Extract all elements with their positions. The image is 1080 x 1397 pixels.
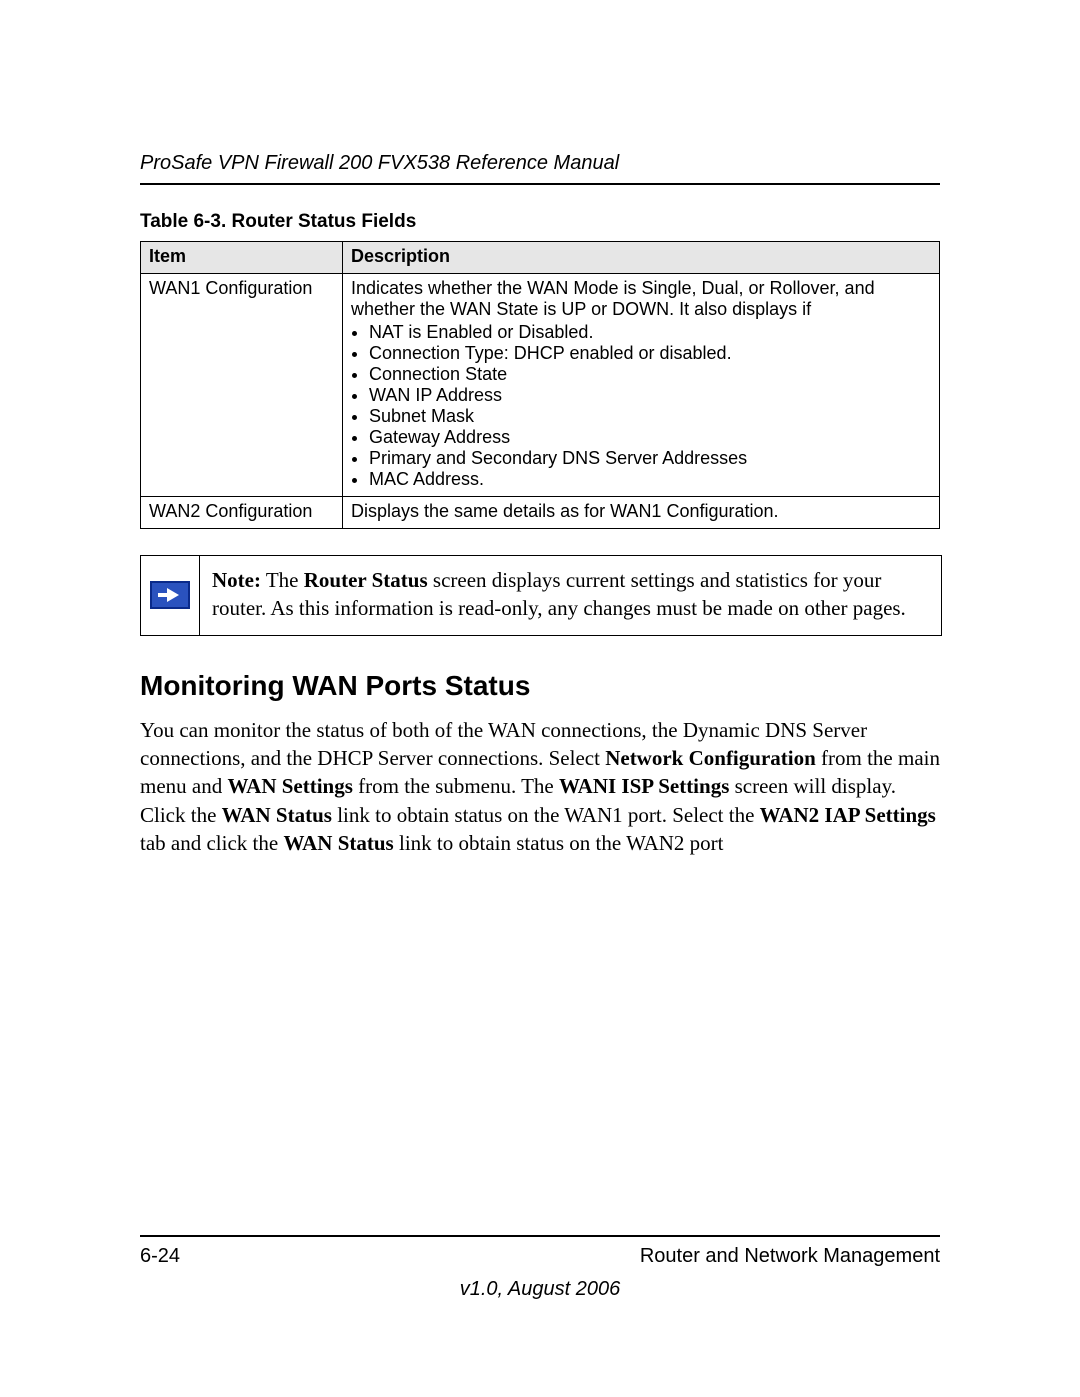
section-heading: Monitoring WAN Ports Status — [140, 670, 940, 702]
table-header-row: Item Description — [141, 242, 940, 274]
bold-run: Network Configuration — [605, 746, 816, 770]
desc-lead: Indicates whether the WAN Mode is Single… — [351, 278, 875, 319]
bullet-item: WAN IP Address — [369, 385, 931, 406]
cell-description: Indicates whether the WAN Mode is Single… — [343, 274, 940, 497]
bold-run: WAN Status — [222, 803, 332, 827]
bullet-item: Subnet Mask — [369, 406, 931, 427]
page-number: 6-24 — [140, 1245, 180, 1268]
chapter-title: Router and Network Management — [640, 1245, 940, 1268]
desc-bullets: NAT is Enabled or Disabled. Connection T… — [351, 322, 931, 490]
text-run: tab and click the — [140, 831, 283, 855]
header-rule — [140, 183, 940, 185]
bullet-item: NAT is Enabled or Disabled. — [369, 322, 931, 343]
page-footer: 6-24 Router and Network Management v1.0,… — [140, 1235, 940, 1301]
bullet-item: Gateway Address — [369, 427, 931, 448]
note-subject: Router Status — [304, 568, 428, 592]
note-lead: Note: — [212, 568, 261, 592]
table-row: WAN1 Configuration Indicates whether the… — [141, 274, 940, 497]
footer-rule — [140, 1235, 940, 1237]
cell-item: WAN2 Configuration — [141, 497, 343, 529]
table-row: WAN2 Configuration Displays the same det… — [141, 497, 940, 529]
footer-line: 6-24 Router and Network Management — [140, 1245, 940, 1268]
document-page: ProSafe VPN Firewall 200 FVX538 Referenc… — [0, 0, 1080, 1397]
th-item: Item — [141, 242, 343, 274]
cell-item: WAN1 Configuration — [141, 274, 343, 497]
bullet-item: Connection State — [369, 364, 931, 385]
note-before-subject: The — [261, 568, 304, 592]
table-caption: Table 6-3. Router Status Fields — [140, 211, 940, 233]
bold-run: WAN Settings — [227, 774, 352, 798]
text-run: from the submenu. The — [353, 774, 559, 798]
cell-description: Displays the same details as for WAN1 Co… — [343, 497, 940, 529]
th-description: Description — [343, 242, 940, 274]
note-callout: Note: The Router Status screen displays … — [140, 555, 942, 636]
note-text: Note: The Router Status screen displays … — [200, 556, 941, 635]
bold-run: WAN2 IAP Settings — [760, 803, 936, 827]
arrow-right-icon — [150, 581, 190, 609]
bullet-item: Primary and Secondary DNS Server Address… — [369, 448, 931, 469]
router-status-table: Item Description WAN1 Configuration Indi… — [140, 241, 940, 529]
footer-version: v1.0, August 2006 — [140, 1278, 940, 1301]
document-title: ProSafe VPN Firewall 200 FVX538 Referenc… — [140, 152, 940, 175]
bullet-item: MAC Address. — [369, 469, 931, 490]
text-run: link to obtain status on the WAN1 port. … — [332, 803, 760, 827]
note-icon-cell — [141, 556, 200, 635]
bold-run: WANI ISP Settings — [559, 774, 729, 798]
section-paragraph: You can monitor the status of both of th… — [140, 716, 940, 858]
bullet-item: Connection Type: DHCP enabled or disable… — [369, 343, 931, 364]
bold-run: WAN Status — [283, 831, 393, 855]
text-run: link to obtain status on the WAN2 port — [394, 831, 724, 855]
